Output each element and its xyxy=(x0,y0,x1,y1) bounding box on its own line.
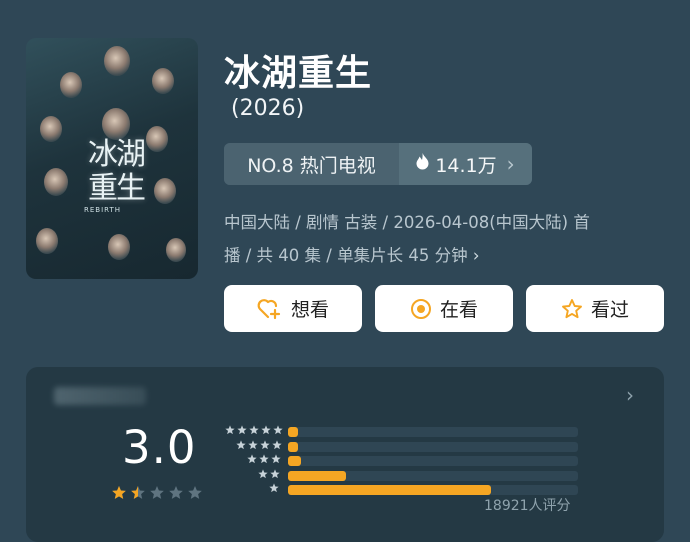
rating-source-logo xyxy=(54,387,146,405)
star-level-icons xyxy=(236,439,283,450)
rating-card[interactable]: › 3.0 18921人评分 xyxy=(26,367,664,542)
poster-image[interactable]: 冰湖重生 REBIRTH xyxy=(26,38,198,279)
rating-bar-track xyxy=(288,456,578,466)
rating-star-icon xyxy=(111,485,127,504)
poster-figure xyxy=(154,178,176,204)
show-meta[interactable]: 中国大陆 / 剧情 古装 / 2026-04-08(中国大陆) 首 播 / 共 … xyxy=(224,206,664,272)
rating-bar-fill xyxy=(288,427,299,437)
rank-label[interactable]: NO.8 热门电视 xyxy=(224,143,399,185)
chevron-right-icon[interactable]: › xyxy=(626,383,634,407)
poster-figure xyxy=(152,68,174,94)
star-rating xyxy=(111,485,203,504)
poster-figure xyxy=(36,228,58,254)
meta-line-text: 播 / 共 40 集 / 单集片长 45 分钟 xyxy=(224,246,468,265)
rating-star-icon xyxy=(187,485,203,504)
rank-bar[interactable]: NO.8 热门电视 14.1万 › xyxy=(224,143,532,185)
poster-figure xyxy=(40,116,62,142)
rating-bar-track xyxy=(288,485,578,495)
rating-star-icon xyxy=(168,485,184,504)
rating-bar-fill xyxy=(288,470,346,481)
poster-figure xyxy=(60,72,82,98)
heart-plus-icon xyxy=(257,298,283,320)
watched-button[interactable]: 看过 xyxy=(526,285,664,332)
poster-figure xyxy=(108,234,130,260)
rating-score: 3.0 xyxy=(122,421,197,474)
star-level-icons xyxy=(225,425,284,435)
flame-icon xyxy=(416,153,429,175)
heat-button[interactable]: 14.1万 › xyxy=(399,143,532,185)
poster-figure xyxy=(146,126,168,152)
star-level-icons xyxy=(247,454,282,464)
poster-figure xyxy=(104,46,130,76)
chevron-right-icon: › xyxy=(472,246,480,265)
rating-count: 18921人评分 xyxy=(484,498,571,514)
poster-figure xyxy=(44,168,68,196)
want-to-watch-label: 想看 xyxy=(290,299,329,321)
heat-value: 14.1万 xyxy=(435,154,497,177)
rating-bar-track xyxy=(288,427,578,437)
star-level-icons xyxy=(269,483,280,493)
chevron-right-icon: › xyxy=(506,152,515,176)
rating-star-icon xyxy=(130,485,146,504)
poster-subtitle: REBIRTH xyxy=(84,206,122,214)
rating-bar-track xyxy=(288,470,578,481)
poster-calligraphy-title: 冰湖重生 xyxy=(88,137,146,206)
star-outline-icon xyxy=(561,298,583,320)
target-icon xyxy=(410,298,432,320)
watched-label: 看过 xyxy=(590,299,629,321)
meta-line: 中国大陆 / 剧情 古装 / 2026-04-08(中国大陆) 首 xyxy=(224,213,590,232)
rating-star-icon xyxy=(149,485,165,504)
star-level-icons xyxy=(258,468,281,479)
meta-line-2: 播 / 共 40 集 / 单集片长 45 分钟 › xyxy=(224,239,664,272)
watching-button[interactable]: 在看 xyxy=(375,285,513,332)
release-year: (2026) xyxy=(231,96,305,121)
watching-label: 在看 xyxy=(439,299,478,321)
poster-figure xyxy=(102,108,130,140)
page-title: 冰湖重生 xyxy=(224,53,373,94)
rating-bar-track xyxy=(288,441,578,452)
want-to-watch-button[interactable]: 想看 xyxy=(224,285,362,332)
rating-bar-fill xyxy=(288,456,302,466)
rating-bar-fill xyxy=(288,441,299,452)
poster-figure xyxy=(166,238,186,262)
rating-bar-fill xyxy=(288,485,491,495)
